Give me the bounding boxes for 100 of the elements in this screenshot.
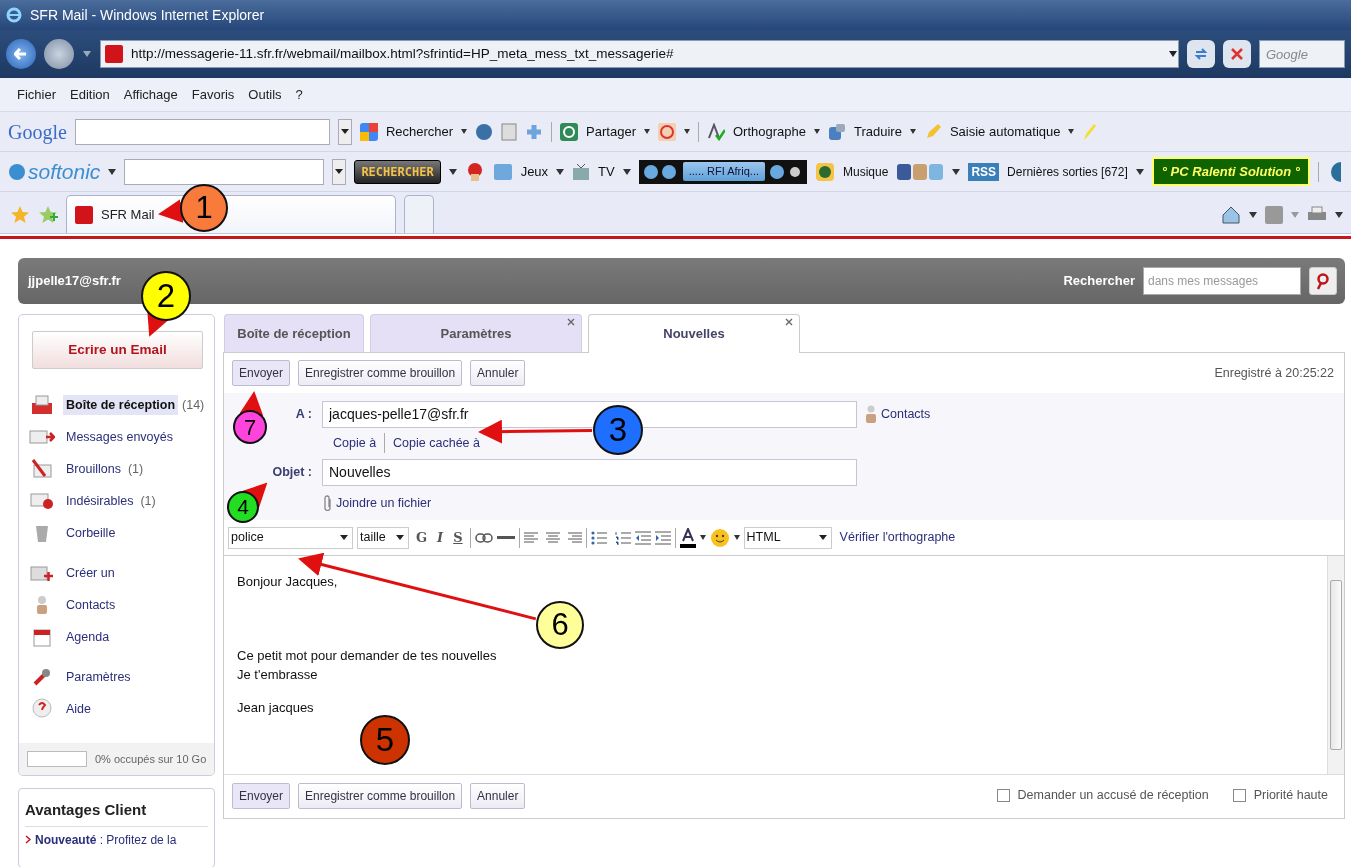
compose-button[interactable]: Ecrire un Email xyxy=(32,331,203,369)
stop-button[interactable] xyxy=(1223,40,1251,68)
tv-icon[interactable] xyxy=(572,162,591,181)
search-field[interactable]: dans mes messages xyxy=(1143,267,1301,295)
wrench-icon[interactable] xyxy=(32,667,52,687)
social-icons-drawing[interactable] xyxy=(896,161,945,182)
rss-button[interactable]: RSS xyxy=(968,162,1000,181)
add-favorite-icon[interactable] xyxy=(38,205,58,225)
action-button[interactable]: Envoyer xyxy=(232,782,291,809)
caret-icon[interactable] xyxy=(952,168,961,175)
paperclip-icon[interactable] xyxy=(324,495,332,511)
pencil-icon[interactable] xyxy=(31,459,53,479)
favorites-star-icon[interactable] xyxy=(10,205,30,225)
action-button[interactable]: Enregistrer comme brouillon xyxy=(298,782,463,809)
refresh-icon[interactable] xyxy=(1193,47,1209,61)
spellcheck-link[interactable]: Vérifier l'orthographe xyxy=(839,528,956,547)
new-folder-icon[interactable] xyxy=(30,564,54,582)
numbered-list-icon[interactable] xyxy=(614,530,631,545)
italic-button[interactable]: I xyxy=(434,527,447,548)
spellcheck-icon[interactable] xyxy=(706,122,725,141)
checkbox[interactable] xyxy=(996,789,1010,802)
promo-button[interactable]: ° PC Ralenti Solution ° xyxy=(1151,156,1311,187)
sent-mail-icon[interactable] xyxy=(29,429,55,445)
help-icon[interactable] xyxy=(32,698,52,720)
spam-icon[interactable] xyxy=(30,492,54,510)
close-icon[interactable] xyxy=(785,318,793,326)
releases-menu[interactable]: Dernières sorties [672] xyxy=(1007,162,1128,181)
caret-icon[interactable] xyxy=(733,535,740,540)
horizontal-rule-icon[interactable] xyxy=(496,535,515,540)
folder-link[interactable]: Brouillons xyxy=(63,458,124,480)
text-color-icon[interactable] xyxy=(679,527,696,548)
strikethrough-button[interactable]: S xyxy=(450,527,466,548)
indent-icon[interactable] xyxy=(654,530,671,545)
format-select[interactable]: HTML xyxy=(743,526,832,549)
menu-item[interactable]: Favoris xyxy=(184,84,242,105)
player-controls-icon[interactable] xyxy=(642,163,679,180)
scrollbar[interactable] xyxy=(1327,556,1344,774)
caret-icon[interactable] xyxy=(556,168,565,175)
calendar-icon[interactable] xyxy=(33,627,51,647)
subject-field[interactable]: Nouvelles xyxy=(322,458,857,486)
menu-item[interactable]: Edition xyxy=(63,84,117,105)
caret-icon[interactable] xyxy=(699,535,706,540)
forward-button[interactable] xyxy=(44,39,74,69)
caret-icon[interactable] xyxy=(448,168,457,175)
station-select[interactable]: ..... RFI Afriq... xyxy=(682,162,765,181)
menu-item[interactable]: Outils xyxy=(241,84,289,105)
folder-link[interactable]: Paramètres xyxy=(63,666,134,688)
action-button[interactable]: Annuler xyxy=(470,360,526,386)
volume-icon[interactable] xyxy=(769,163,803,180)
caret-icon[interactable] xyxy=(335,169,344,174)
refresh-button[interactable] xyxy=(1187,40,1215,68)
caret-icon[interactable] xyxy=(622,168,631,175)
search-field[interactable] xyxy=(74,118,330,145)
folder-link[interactable]: Créer un xyxy=(63,562,118,584)
folder-link[interactable]: Corbeille xyxy=(63,522,119,544)
search-field[interactable] xyxy=(124,158,325,185)
caret-icon[interactable] xyxy=(1249,212,1257,218)
caret-icon[interactable] xyxy=(1168,50,1178,58)
folder-link[interactable]: Indésirables xyxy=(63,490,137,512)
menu-item[interactable]: Affichage xyxy=(116,84,185,105)
caret-icon[interactable] xyxy=(340,535,348,540)
caret-icon[interactable] xyxy=(1135,168,1144,175)
contacts-link[interactable]: Contacts xyxy=(881,404,931,424)
search-button[interactable]: RECHERCHER xyxy=(354,159,441,184)
menu-item[interactable]: ? xyxy=(288,84,310,105)
link-icon[interactable] xyxy=(474,532,493,543)
caret-icon[interactable] xyxy=(340,129,349,134)
toolbar-button[interactable]: Partager xyxy=(586,121,636,142)
mail-tab[interactable]: Nouvelles xyxy=(588,314,800,353)
attach-link[interactable]: Joindre un fichier xyxy=(336,493,432,513)
mail-tab[interactable]: Paramètres xyxy=(370,314,582,352)
games-menu[interactable]: Jeux xyxy=(520,161,549,182)
toolbar-button[interactable]: Saisie automatique xyxy=(949,121,1061,142)
menu-item[interactable]: Fichier xyxy=(10,84,63,105)
caret-icon[interactable] xyxy=(1068,129,1075,134)
size-select[interactable]: taille xyxy=(357,526,409,549)
caret-icon[interactable] xyxy=(683,129,690,134)
bcc-link[interactable]: Copie cachée à xyxy=(393,433,480,453)
caret-icon[interactable] xyxy=(108,168,117,175)
search-icon[interactable] xyxy=(1315,272,1331,291)
dropdown-button[interactable] xyxy=(337,118,352,145)
translate-icon[interactable] xyxy=(827,122,846,141)
smiley-icon[interactable] xyxy=(709,527,730,548)
music-icon[interactable] xyxy=(815,161,835,182)
search-field[interactable]: Google xyxy=(1259,40,1345,68)
toolbar-button[interactable]: Orthographe xyxy=(732,121,806,142)
share-icon[interactable] xyxy=(560,122,579,141)
action-button[interactable]: Envoyer xyxy=(232,360,291,386)
caret-icon[interactable] xyxy=(909,129,916,134)
folder-link[interactable]: Messages envoyés xyxy=(63,426,176,448)
bullet-list-icon[interactable] xyxy=(590,530,607,545)
action-button[interactable]: Annuler xyxy=(470,782,526,809)
back-button[interactable] xyxy=(6,39,36,69)
caret-icon[interactable] xyxy=(813,129,820,134)
address-field[interactable]: http://messagerie-11.sfr.fr/webmail/mailbox.html?sfrintid=HP_meta_mess_txt_messagerie# xyxy=(100,40,1179,68)
caret-icon[interactable] xyxy=(461,129,468,134)
action-button[interactable]: Enregistrer comme brouillon xyxy=(298,360,463,386)
cc-link[interactable]: Copie à xyxy=(333,433,377,453)
mail-tab[interactable]: Boîte de réception xyxy=(224,314,364,352)
outdent-icon[interactable] xyxy=(634,530,651,545)
